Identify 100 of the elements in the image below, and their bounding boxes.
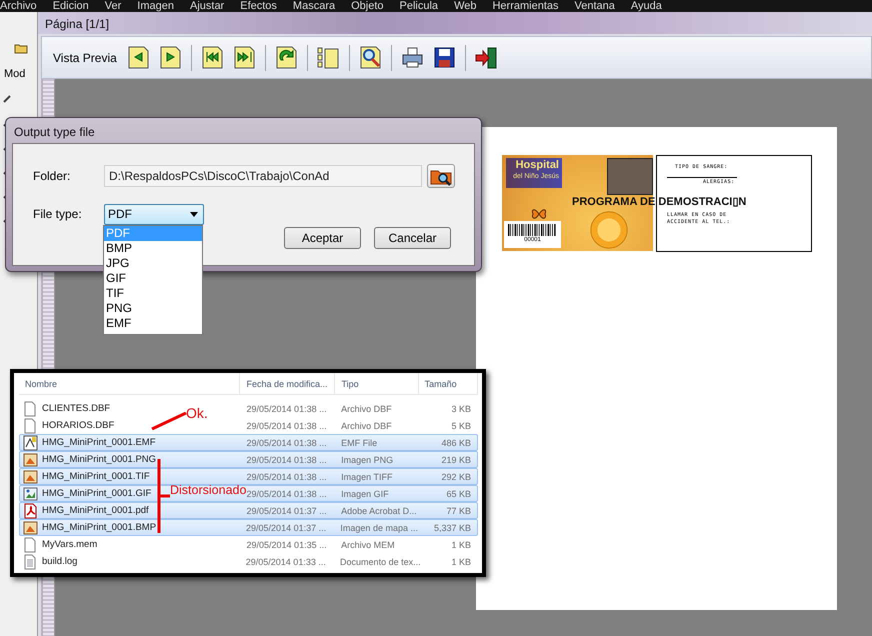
- toolbar-label: Mod: [4, 68, 26, 80]
- table-cell-text: 29/05/2014 01:37 ...: [245, 522, 328, 532]
- file-name: HMG_MiniPrint_0001.TIF: [42, 471, 150, 482]
- menu-item[interactable]: Ajustar: [190, 0, 224, 12]
- table-cell-text: 3 KB: [450, 404, 472, 414]
- file-icon: [23, 452, 38, 468]
- thumbnails-icon: [316, 45, 341, 70]
- menu-item[interactable]: Ver: [104, 0, 122, 12]
- photo-placeholder: [607, 158, 653, 195]
- table-cell-text: 77 KB: [445, 506, 472, 516]
- menu-item[interactable]: Mascara: [292, 0, 336, 12]
- menu-item[interactable]: Objeto: [351, 0, 384, 12]
- table-cell-text: 29/05/2014 01:33 ...: [244, 556, 327, 566]
- caret-icon: [190, 212, 198, 216]
- print-icon: [400, 45, 425, 70]
- menu-item[interactable]: Archivo: [0, 0, 37, 12]
- menu-item[interactable]: Web: [454, 0, 476, 12]
- file-icon: [23, 486, 38, 502]
- selected-file-row[interactable]: HMG_MiniPrint_0001.pdf 29/05/2014 01:37 ... Adobe Acrobat D... 77 KB: [19, 502, 478, 519]
- zoom-icon: [358, 45, 383, 70]
- folder-icon[interactable]: [14, 42, 28, 54]
- column-header[interactable]: Nombre: [19, 372, 240, 394]
- table-cell-text: Imagen PNG: [340, 454, 394, 464]
- file-name: CLIENTES.DBF: [42, 403, 110, 414]
- file-name: HMG_MiniPrint_0001.pdf: [42, 505, 149, 516]
- table-cell-text: 486 KB: [440, 438, 472, 448]
- table-cell-text: Archivo DBF: [340, 420, 393, 430]
- folder-field[interactable]: D:\RespaldosPCs\DiscoC\Trabajo\ConAd: [104, 165, 422, 187]
- window-title: Página [1/1]: [38, 12, 872, 34]
- field-label: File type:: [33, 207, 83, 221]
- menu-item[interactable]: Edicion: [52, 0, 89, 12]
- table-cell-text: Imagen de mapa ...: [339, 522, 418, 532]
- logo-title: Hospital: [516, 158, 559, 172]
- column-header[interactable]: Fecha de modifica...: [240, 372, 336, 394]
- menu-item[interactable]: Imagen: [137, 0, 174, 12]
- table-cell-text: 219 KB: [440, 454, 472, 464]
- tool-icon[interactable]: [2, 94, 12, 104]
- table-cell-text: 29/05/2014 01:37 ...: [246, 506, 328, 516]
- column-header[interactable]: Tipo: [335, 372, 419, 394]
- annotation-overlay: Distorsionado: [170, 483, 246, 497]
- table-cell-text: 29/05/2014 01:38 ...: [246, 420, 328, 430]
- table-cell-text: 29/05/2014 01:38 ...: [246, 454, 328, 464]
- table-cell-text: Documento de tex...: [339, 556, 418, 566]
- table-cell-text: EMF File: [340, 438, 378, 448]
- table-cell-text: 29/05/2014 01:38 ...: [246, 438, 328, 448]
- selected-file-row[interactable]: HMG_MiniPrint_0001.PNG 29/05/2014 01:38 ... Imagen PNG 219 KB: [19, 451, 478, 468]
- menu-item[interactable]: Ventana: [574, 0, 615, 12]
- dropdown-option[interactable]: TIF: [104, 286, 202, 301]
- dialog-title: Output type file: [13, 124, 96, 141]
- selected-file-row[interactable]: HMG_MiniPrint_0001.BMP 29/05/2014 01:37 ... Imagen de mapa ... 5,337 KB: [19, 519, 478, 536]
- table-cell-text: 5,337 KB: [432, 522, 472, 532]
- file-type-dropdown[interactable]: PDF: [104, 204, 204, 224]
- selected-file-row[interactable]: HMG_MiniPrint_0001.TIF 29/05/2014 01:38 ... Imagen TIFF 292 KB: [19, 468, 478, 485]
- barcode-bars: [508, 224, 558, 236]
- browse-button[interactable]: [427, 164, 455, 188]
- dropdown-option[interactable]: BMP: [104, 241, 202, 256]
- table-cell-text: 5 KB: [450, 420, 472, 430]
- citrus-slice-drawing: [590, 211, 628, 249]
- table-cell-text: Archivo MEM: [340, 540, 396, 550]
- file-name: HMG_MiniPrint_0001.EMF: [42, 437, 156, 448]
- menu-item[interactable]: Efectos: [240, 0, 277, 12]
- table-cell-text: Imagen GIF: [340, 488, 390, 498]
- menu-item[interactable]: Herramientas: [492, 0, 559, 12]
- page-arrows-icon: [232, 45, 257, 70]
- file-name: HMG_MiniPrint_0001.GIF: [42, 488, 152, 499]
- table-cell-text: 292 KB: [440, 472, 472, 482]
- dialog-button[interactable]: Aceptar: [284, 227, 361, 249]
- butterfly-icon: [530, 207, 548, 221]
- dialog-button[interactable]: Cancelar: [374, 227, 451, 249]
- table-cell-text: 29/05/2014 01:35 ...: [246, 540, 328, 550]
- file-name: HMG_MiniPrint_0001.BMP: [42, 522, 156, 533]
- file-icon: [23, 434, 38, 450]
- table-cell-text: Adobe Acrobat D...: [340, 506, 418, 516]
- menu-item[interactable]: Ayuda: [630, 0, 662, 12]
- page-arrows-icon: [200, 45, 225, 70]
- save-icon: [432, 45, 457, 70]
- table-cell-text: Archivo DBF: [340, 404, 393, 414]
- file-name: HMG_MiniPrint_0001.PNG: [42, 454, 156, 465]
- page-refresh-icon: [274, 45, 299, 70]
- file-name: MyVars.mem: [42, 539, 98, 550]
- dropdown-option[interactable]: GIF: [104, 271, 202, 286]
- selected-file-row[interactable]: HMG_MiniPrint_0001.EMF 29/05/2014 01:38 ... EMF File 486 KB: [19, 434, 478, 451]
- dropdown-option[interactable]: JPG: [104, 256, 202, 271]
- menu-item[interactable]: Pelicula: [400, 0, 438, 12]
- file-icon: [23, 468, 38, 484]
- dropdown-option[interactable]: PNG: [104, 301, 202, 316]
- column-header[interactable]: Tamaño: [418, 372, 478, 394]
- file-icon: [23, 554, 38, 570]
- table-cell-text: 1 KB: [450, 540, 472, 550]
- exit-icon: [474, 45, 499, 70]
- table-cell-text: 29/05/2014 01:38 ...: [246, 472, 328, 482]
- dropdown-option[interactable]: EMF: [104, 316, 202, 331]
- field-label: Folder:: [33, 169, 72, 183]
- annotation-line: [151, 412, 187, 430]
- file-icon: [23, 502, 38, 518]
- file-name: build.log: [42, 556, 78, 567]
- file-name: HORARIOS.DBF: [42, 420, 114, 431]
- annotation-overlay: Ok.: [186, 405, 208, 421]
- table-cell-text: 29/05/2014 01:38 ...: [246, 404, 328, 414]
- toolbar-label: Vista Previa: [53, 50, 117, 64]
